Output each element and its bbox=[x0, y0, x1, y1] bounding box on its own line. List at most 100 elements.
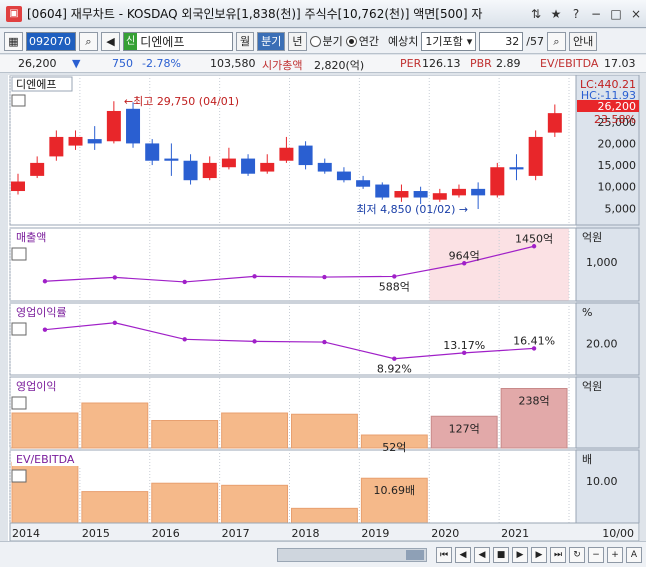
zoom-icon[interactable]: ⌕ bbox=[546, 31, 566, 51]
revenue-data-label: 1450억 bbox=[515, 232, 553, 245]
stock-name-field[interactable]: 신 디엔에프 bbox=[123, 31, 233, 51]
candle-body bbox=[509, 167, 524, 170]
mcap-label: 시가총액 bbox=[262, 59, 303, 72]
x-tick-label: 2019 bbox=[361, 527, 389, 540]
x-tick-label: 2017 bbox=[222, 527, 250, 540]
zoom-in-button[interactable]: + bbox=[607, 546, 623, 563]
revenue-point bbox=[182, 279, 187, 285]
calendar-icon bbox=[11, 94, 26, 107]
horizontal-scrollbar[interactable] bbox=[277, 547, 427, 562]
op-income-bar bbox=[151, 420, 219, 449]
price-change: 750 bbox=[112, 57, 133, 70]
candle-body bbox=[547, 113, 562, 133]
x-tick-label: 2014 bbox=[12, 527, 40, 540]
forecast-label: 예상치 bbox=[388, 35, 419, 48]
price-change-pct: -2.78% bbox=[142, 57, 181, 70]
play-button[interactable]: ▶ bbox=[512, 546, 528, 563]
chevron-down-icon: ▾ bbox=[466, 34, 473, 48]
volume: 103,580 bbox=[210, 57, 256, 70]
ev-ebitda-unit: 배 bbox=[582, 453, 592, 466]
candle-body bbox=[49, 136, 64, 157]
price-tick-label: 5,000 bbox=[605, 202, 637, 215]
stock-code-input[interactable]: 092070 bbox=[26, 31, 76, 51]
star-icon[interactable]: ★ bbox=[548, 6, 564, 22]
toolbar: ▦ 092070 ⌕ ◀ 신 디엔에프 월 분기 년 분기 연간 예상치 1기포… bbox=[0, 29, 646, 54]
speaker-icon[interactable]: ◀ bbox=[101, 31, 120, 51]
per-label: PER bbox=[400, 57, 422, 70]
op-margin-data-label: 13.17% bbox=[443, 339, 485, 352]
info-bar: 26,200 ▼ 750 -2.78% 103,580 시가총액 2,820(억… bbox=[0, 55, 646, 73]
ev-ebitda-bar bbox=[151, 482, 219, 524]
minimize-button[interactable]: − bbox=[588, 6, 604, 22]
page-input[interactable]: 32 bbox=[479, 31, 524, 51]
candle-body bbox=[30, 162, 45, 176]
refresh-icon[interactable]: ↻ bbox=[569, 546, 585, 563]
help-icon[interactable]: ? bbox=[568, 6, 584, 22]
guide-button[interactable]: 안내 bbox=[568, 31, 598, 51]
candle-body bbox=[106, 110, 121, 142]
radio-quarter[interactable]: 분기 bbox=[309, 33, 343, 49]
tab-quarterly[interactable]: 분기 bbox=[257, 31, 286, 51]
revenue-data-label: 964억 bbox=[449, 249, 480, 262]
indicator-icon bbox=[11, 396, 27, 410]
candle-body bbox=[68, 136, 83, 146]
op-income-title: 영업이익 bbox=[16, 380, 56, 393]
close-button[interactable]: × bbox=[628, 6, 644, 22]
grid-icon[interactable]: ▦ bbox=[4, 31, 23, 51]
radio-annual-dot bbox=[345, 35, 357, 47]
forecast-select[interactable]: 1기포함 ▾ bbox=[421, 31, 477, 51]
revenue-point bbox=[392, 274, 397, 279]
per-value: 126.13 bbox=[422, 57, 461, 70]
revenue-point bbox=[42, 279, 48, 284]
candle-body bbox=[317, 162, 332, 172]
zoom-out-button[interactable]: − bbox=[588, 546, 604, 563]
candle-body bbox=[471, 188, 486, 196]
x-tick-label: 2021 bbox=[501, 527, 529, 540]
revenue-title: 매출액 bbox=[16, 231, 46, 244]
radio-quarter-label: 분기 bbox=[322, 35, 343, 48]
prev-button[interactable]: ◀ bbox=[455, 546, 471, 563]
scroll-thumb[interactable] bbox=[406, 549, 424, 560]
candle-body bbox=[336, 171, 351, 181]
candle-body bbox=[87, 139, 102, 144]
pbr-label: PBR bbox=[470, 57, 492, 70]
radio-annual[interactable]: 연간 bbox=[345, 33, 379, 49]
indicator-icon bbox=[11, 322, 27, 336]
candle-body bbox=[279, 147, 294, 161]
revenue-point bbox=[322, 274, 327, 280]
tab-monthly[interactable]: 월 bbox=[236, 31, 255, 51]
bottom-navigation: ⏮ ◀ ◀ ■ ▶ ▶ ⏭ ↻ − + A bbox=[0, 541, 646, 567]
link-icon[interactable]: ⇅ bbox=[528, 6, 544, 22]
ev-ebitda-bar bbox=[221, 484, 289, 524]
page-total: /57 bbox=[526, 34, 544, 48]
candle-body bbox=[356, 180, 371, 187]
candle-body bbox=[375, 184, 390, 198]
candle-body bbox=[164, 158, 179, 161]
op-income-bar bbox=[11, 412, 79, 449]
op-income-data-label: 238억 bbox=[519, 395, 550, 408]
op-margin-point bbox=[392, 356, 397, 361]
candle-body bbox=[451, 188, 466, 196]
op-margin-title: 영업이익률 bbox=[16, 306, 67, 319]
play-back-button[interactable]: ◀ bbox=[474, 546, 490, 563]
stock-name: 디엔에프 bbox=[140, 34, 185, 49]
font-size-button[interactable]: A bbox=[626, 546, 642, 563]
op-income-bar bbox=[221, 412, 289, 449]
last-button[interactable]: ⏭ bbox=[550, 546, 566, 563]
mcap-value: 2,820(억) bbox=[314, 59, 365, 72]
panel-title-stock: 디엔에프 bbox=[16, 78, 56, 91]
revenue-tick-label: 1,000 bbox=[586, 256, 618, 269]
search-icon[interactable]: ⌕ bbox=[79, 31, 98, 51]
first-button[interactable]: ⏮ bbox=[436, 546, 452, 563]
financial-chart[interactable]: 25,00020,00015,00010,0005,000LC:440.21HC… bbox=[8, 75, 640, 545]
price-tick-label: 15,000 bbox=[598, 159, 637, 172]
tab-yearly[interactable]: 년 bbox=[288, 31, 307, 51]
stop-button[interactable]: ■ bbox=[493, 546, 509, 563]
candle-body bbox=[11, 181, 25, 192]
revenue-point bbox=[252, 274, 257, 279]
next-button[interactable]: ▶ bbox=[531, 546, 547, 563]
op-income-data-label: 127억 bbox=[449, 422, 480, 435]
maximize-button[interactable]: □ bbox=[608, 6, 624, 22]
candle-body bbox=[432, 193, 447, 200]
op-margin-unit: % bbox=[582, 306, 592, 319]
